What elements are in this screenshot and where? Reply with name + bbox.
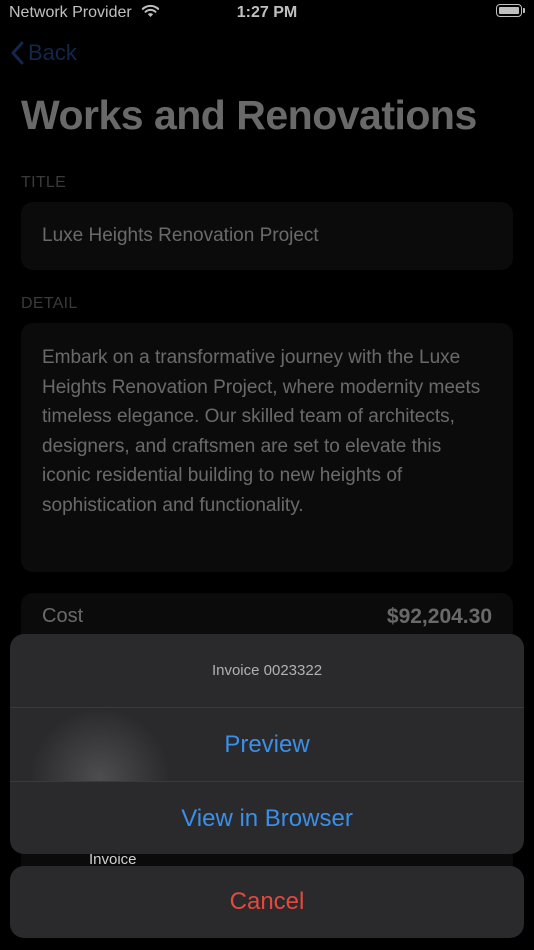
view-in-browser-button[interactable]: View in Browser — [10, 782, 524, 854]
action-sheet: Invoice 0023322 Preview View in Browser — [10, 634, 524, 854]
preview-button[interactable]: Preview — [10, 708, 524, 782]
cancel-button[interactable]: Cancel — [10, 866, 524, 938]
action-sheet-title: Invoice 0023322 — [10, 634, 524, 708]
